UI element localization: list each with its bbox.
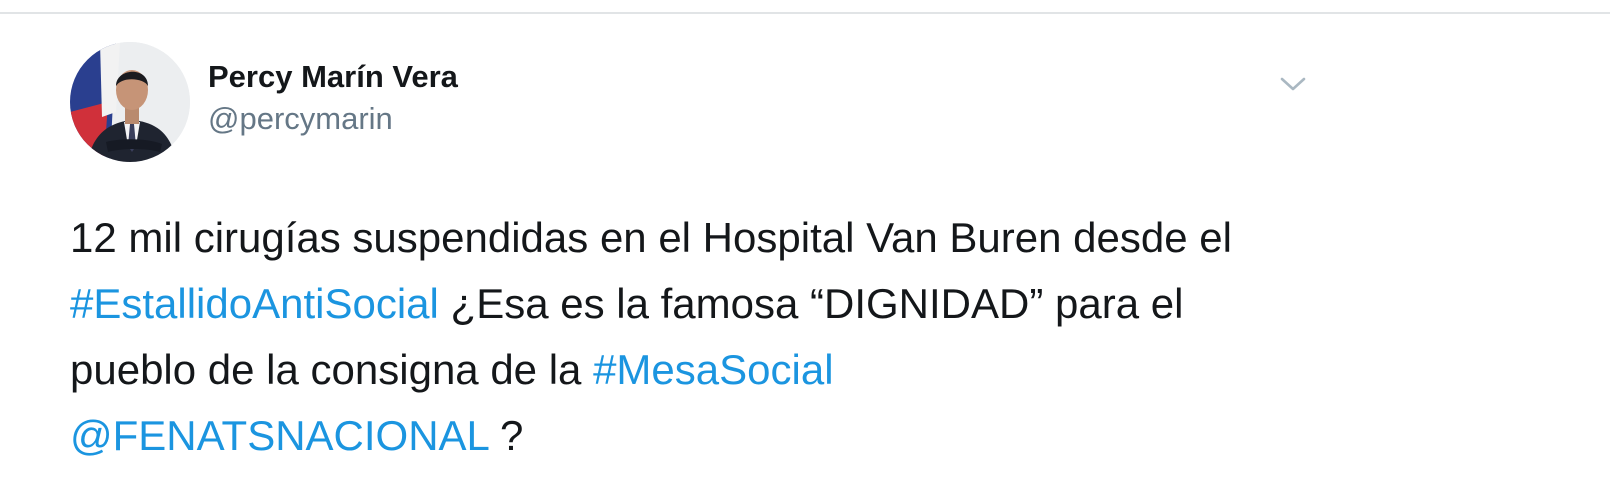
author-block: Percy Marín Vera @percymarin <box>208 56 458 140</box>
top-divider <box>0 12 1610 14</box>
author-display-name[interactable]: Percy Marín Vera <box>208 56 458 98</box>
tweet-text-segment: ? <box>488 412 524 459</box>
hashtag-mesasocial[interactable]: #MesaSocial <box>593 346 833 393</box>
tweet-line-2: #EstallidoAntiSocial ¿Esa es la famosa “… <box>70 271 1330 337</box>
mention-fenatsnacional[interactable]: @FENATSNACIONAL <box>70 412 488 459</box>
tweet-text: 12 mil cirugías suspendidas en el Hospit… <box>70 205 1330 469</box>
profile-photo-icon <box>70 42 190 162</box>
chevron-down-icon <box>1280 77 1306 91</box>
hashtag-estallidoantisocial[interactable]: #EstallidoAntiSocial <box>70 280 439 327</box>
more-options-button[interactable] <box>1278 72 1308 94</box>
tweet-line-4: @FENATSNACIONAL ? <box>70 403 1330 469</box>
tweet-line-1: 12 mil cirugías suspendidas en el Hospit… <box>70 205 1330 271</box>
tweet-line-3: pueblo de la consigna de la #MesaSocial <box>70 337 1330 403</box>
author-handle[interactable]: @percymarin <box>208 98 458 140</box>
tweet-text-segment: pueblo de la consigna de la <box>70 346 594 393</box>
avatar[interactable] <box>70 42 190 162</box>
tweet-text-segment: ¿Esa es la famosa “DIGNIDAD” para el <box>438 280 1184 327</box>
tweet-text-segment: 12 mil cirugías suspendidas en el Hospit… <box>70 214 1232 261</box>
